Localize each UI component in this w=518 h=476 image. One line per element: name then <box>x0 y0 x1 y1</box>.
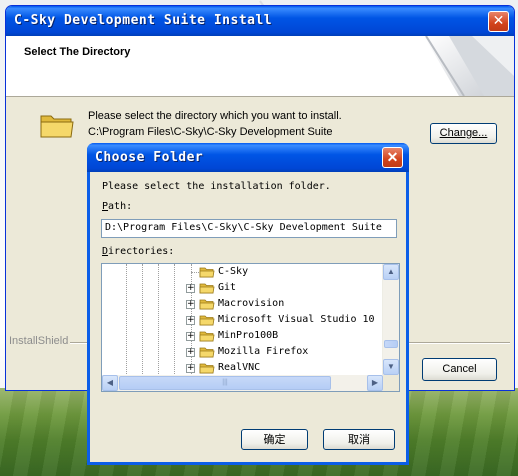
path-label: Path: <box>102 201 132 212</box>
current-install-path: C:\Program Files\C-Sky\C-Sky Development… <box>88 126 333 138</box>
directories-label-text: irectories: <box>108 246 175 257</box>
folder-icon <box>199 331 215 342</box>
tree-expand-icon[interactable]: + <box>186 364 195 373</box>
tree-horizontal-scrollbar[interactable]: ◀ ||| ▶ <box>102 375 383 391</box>
folder-icon <box>40 115 74 138</box>
scrollbar-corner <box>383 375 399 391</box>
tree-item-label: Microsoft Visual Studio 10 <box>218 314 375 325</box>
tree-item[interactable]: + MinPro100B <box>102 328 382 344</box>
tree-item-label: Macrovision <box>218 298 285 309</box>
choose-folder-close-button[interactable]: ✕ <box>382 147 403 168</box>
tree-item[interactable]: + Microsoft Visual Studio 10 <box>102 312 382 328</box>
installer-title: C-Sky Development Suite Install <box>14 13 273 28</box>
folder-icon <box>199 363 215 374</box>
page-title: Select The Directory <box>24 46 131 58</box>
tree-vertical-scrollbar[interactable]: ▲ ▼ <box>382 264 399 375</box>
tree-expand-icon[interactable]: + <box>186 332 195 341</box>
installer-titlebar[interactable]: C-Sky Development Suite Install ✕ <box>6 6 514 36</box>
tree-connector <box>191 272 199 273</box>
scroll-left-button[interactable]: ◀ <box>102 375 118 391</box>
tree-item-label: Mozilla Firefox <box>218 346 309 357</box>
header-decoration-graphic <box>424 36 514 96</box>
vertical-scroll-thumb[interactable] <box>384 340 398 348</box>
tree-item-label: MinPro100B <box>218 330 279 341</box>
ok-button[interactable]: 确定 <box>241 429 308 450</box>
horizontal-scroll-thumb[interactable]: ||| <box>119 376 331 390</box>
tree-item-label: Git <box>218 282 237 293</box>
tree-item-label: RealVNC <box>218 362 261 373</box>
directory-tree[interactable]: C-Sky + Git + Macrovision + Microsoft Visual S… <box>101 263 400 392</box>
tree-item-label: C-Sky <box>218 266 249 277</box>
tree-expand-icon[interactable]: + <box>186 316 195 325</box>
scroll-right-button[interactable]: ▶ <box>367 375 383 391</box>
directories-label: Directories: <box>102 246 174 257</box>
installshield-label: InstallShield <box>9 335 69 347</box>
tree-item[interactable]: + Macrovision <box>102 296 382 312</box>
installer-header: Select The Directory <box>6 36 514 97</box>
path-label-text: ath: <box>108 201 133 212</box>
tree-item[interactable]: + Git <box>102 280 382 296</box>
folder-icon <box>199 347 215 358</box>
tree-expand-icon[interactable]: + <box>186 284 195 293</box>
folder-icon <box>199 267 215 278</box>
tree-item[interactable]: + Mozilla Firefox <box>102 344 382 360</box>
choose-folder-title: Choose Folder <box>95 150 204 165</box>
folder-icon <box>199 283 215 294</box>
tree-item[interactable]: C-Sky <box>102 264 382 280</box>
folder-icon <box>199 315 215 326</box>
choose-folder-titlebar[interactable]: Choose Folder ✕ <box>87 143 409 172</box>
path-input[interactable]: D:\Program Files\C-Sky\C-Sky Development… <box>101 219 397 238</box>
tree-expand-icon[interactable]: + <box>186 300 195 309</box>
change-directory-button[interactable]: Change... <box>430 123 497 144</box>
installer-close-button[interactable]: ✕ <box>488 11 509 32</box>
tree-expand-icon[interactable]: + <box>186 348 195 357</box>
install-prompt-text: Please select the directory which you wa… <box>88 110 342 122</box>
folder-icon <box>199 299 215 310</box>
scroll-up-button[interactable]: ▲ <box>383 264 399 280</box>
change-button-label: Change... <box>439 127 488 139</box>
choose-folder-instruction: Please select the installation folder. <box>102 181 331 192</box>
scroll-down-button[interactable]: ▼ <box>383 359 399 375</box>
choose-folder-cancel-button[interactable]: 取消 <box>323 429 395 450</box>
choose-folder-dialog: Choose Folder ✕ Please select the instal… <box>87 143 409 465</box>
tree-item[interactable]: + RealVNC <box>102 360 382 376</box>
installer-cancel-button[interactable]: Cancel <box>422 358 497 381</box>
